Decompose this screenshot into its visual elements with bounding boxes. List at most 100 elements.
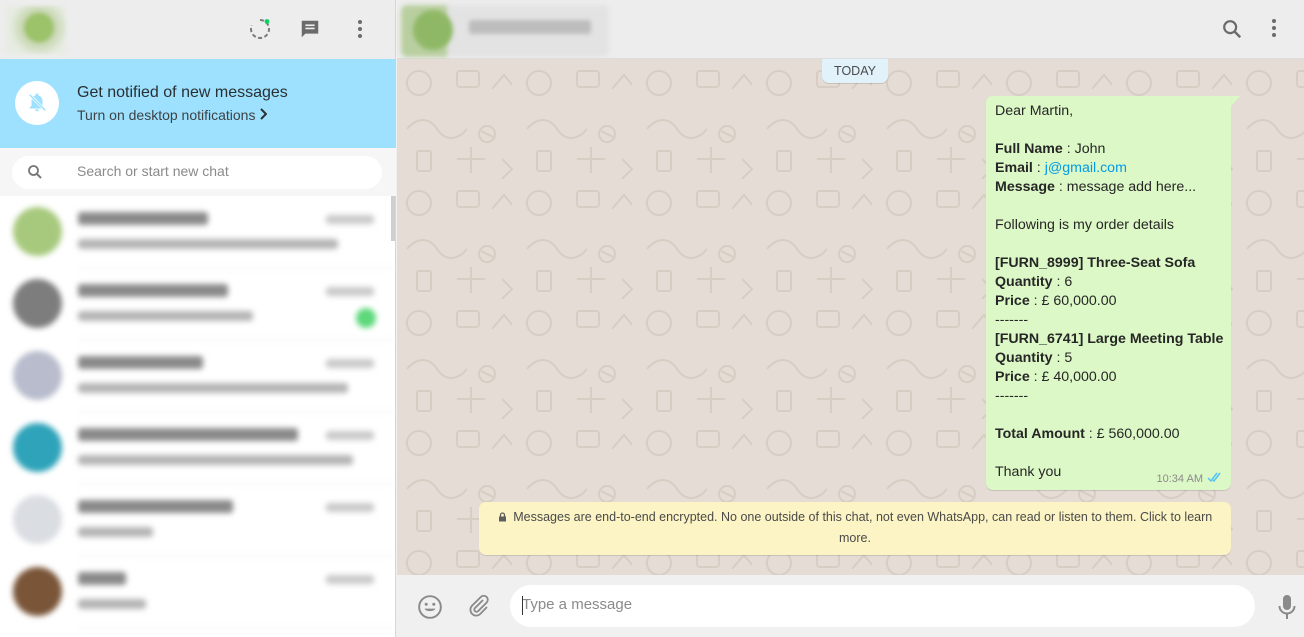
bell-off-icon [15, 81, 59, 125]
search-icon[interactable] [26, 163, 44, 186]
message-line [995, 406, 1222, 425]
chat-list-item[interactable] [0, 484, 396, 556]
field-label: Price [995, 293, 1030, 309]
field-label: Email [995, 160, 1033, 176]
message-input[interactable] [522, 596, 1242, 613]
chat-name [78, 500, 233, 513]
conversation-pane: TODAY Dear Martin, Full Name : John Email … [397, 0, 1304, 637]
field-value: : 6 [1052, 274, 1073, 290]
chat-time [326, 503, 374, 512]
message-line: Full Name : John [995, 140, 1222, 159]
microphone-icon[interactable] [1277, 594, 1297, 625]
chat-preview [78, 311, 253, 321]
message-box [510, 585, 1255, 627]
enable-notifications-link[interactable]: Turn on desktop notifications [77, 107, 268, 123]
chat-avatar [13, 207, 62, 256]
chat-name [78, 212, 208, 225]
message-time: 10:34 AM [1156, 473, 1203, 485]
message-line [995, 235, 1222, 254]
message-line: Quantity : 5 [995, 349, 1222, 368]
chat-preview [78, 527, 153, 537]
bubble-tail [1231, 96, 1240, 106]
text-caret [522, 596, 523, 615]
chat-list-item[interactable] [0, 196, 396, 268]
field-value: : £ 60,000.00 [1029, 293, 1117, 309]
chat-list-scrollbar[interactable] [391, 196, 395, 241]
chat-preview [78, 455, 353, 465]
notification-title: Get notified of new messages [77, 84, 288, 101]
chat-time [326, 215, 374, 224]
new-chat-icon[interactable] [298, 17, 322, 41]
message-line: [FURN_6741] Large Meeting Table [995, 330, 1224, 349]
field-value: : £ 560,000.00 [1084, 426, 1180, 442]
sidebar-header [0, 0, 395, 59]
message-line: Total Amount : £ 560,000.00 [995, 425, 1222, 444]
field-label: Total Amount [995, 426, 1085, 442]
encryption-notice[interactable]: Messages are end-to-end encrypted. No on… [479, 502, 1231, 555]
chat-list-item[interactable] [0, 340, 396, 412]
notification-banner[interactable]: Get notified of new messages Turn on des… [0, 59, 396, 148]
field-label: Full Name [995, 141, 1063, 157]
message-line [995, 121, 1222, 140]
message-line [995, 197, 1222, 216]
message-line: Quantity : 6 [995, 273, 1222, 292]
message-body: Dear Martin, Full Name : John Email : j@gm… [995, 102, 1224, 482]
emoji-icon[interactable] [417, 594, 443, 625]
chat-list-item[interactable] [0, 556, 396, 628]
field-value: : £ 40,000.00 [1029, 369, 1117, 385]
search-input[interactable] [77, 163, 367, 179]
chat-avatar [13, 423, 62, 472]
field-label: Quantity [995, 350, 1053, 366]
message-line: Message : message add here... [995, 178, 1222, 197]
chat-list-item[interactable] [0, 268, 396, 340]
chat-list-item[interactable] [0, 412, 396, 484]
notification-subtitle: Turn on desktop notifications [77, 107, 256, 123]
message-line: Email : j@gmail.com [995, 159, 1222, 178]
field-value: : message add here... [1054, 179, 1197, 195]
search-icon[interactable] [1221, 18, 1243, 45]
chat-list [0, 196, 396, 637]
message-area[interactable]: TODAY Dear Martin, Full Name : John Email … [397, 59, 1304, 575]
double-check-icon [1207, 472, 1223, 486]
divider [78, 627, 396, 628]
chat-time [326, 575, 374, 584]
date-divider: TODAY [822, 59, 888, 83]
chat-time [326, 431, 374, 440]
email-link[interactable]: j@gmail.com [1045, 160, 1127, 176]
field-value: : 5 [1052, 350, 1073, 366]
chat-avatar [13, 495, 62, 544]
profile-avatar[interactable] [6, 6, 66, 54]
chat-name [78, 428, 298, 441]
menu-icon[interactable] [348, 17, 372, 41]
conversation-header [397, 0, 1304, 59]
field-label: Message [995, 179, 1055, 195]
chevron-right-icon [259, 107, 268, 123]
encryption-text: Messages are end-to-end encrypted. No on… [513, 510, 1213, 545]
status-icon[interactable] [248, 17, 272, 41]
chat-preview [78, 239, 338, 249]
contact-avatar[interactable] [413, 10, 453, 50]
field-label: [FURN_6741] Large Meeting Table [995, 331, 1224, 347]
contact-name[interactable] [469, 20, 591, 34]
chat-time [326, 287, 374, 296]
message-meta: 10:34 AM [1157, 472, 1223, 486]
field-label: Price [995, 369, 1030, 385]
sidebar: Get notified of new messages Turn on des… [0, 0, 396, 637]
outgoing-message[interactable]: Dear Martin, Full Name : John Email : j@gm… [986, 96, 1231, 490]
chat-avatar [13, 279, 62, 328]
field-label: Quantity [995, 274, 1053, 290]
field-value: : John [1062, 141, 1106, 157]
chat-name [78, 356, 203, 369]
unread-badge [356, 308, 376, 328]
search-bar [0, 148, 396, 196]
attach-icon[interactable] [467, 594, 491, 623]
message-line: [FURN_8999] Three-Seat Sofa [995, 254, 1222, 273]
message-line [995, 444, 1222, 463]
chat-name [78, 284, 228, 297]
message-line: Price : £ 40,000.00 [995, 368, 1222, 387]
menu-icon[interactable] [1271, 17, 1277, 44]
message-line: Dear Martin, [995, 103, 1074, 119]
search-box [12, 156, 382, 189]
message-line: Price : £ 60,000.00 [995, 292, 1222, 311]
field-label: [FURN_8999] Three-Seat Sofa [995, 255, 1196, 271]
